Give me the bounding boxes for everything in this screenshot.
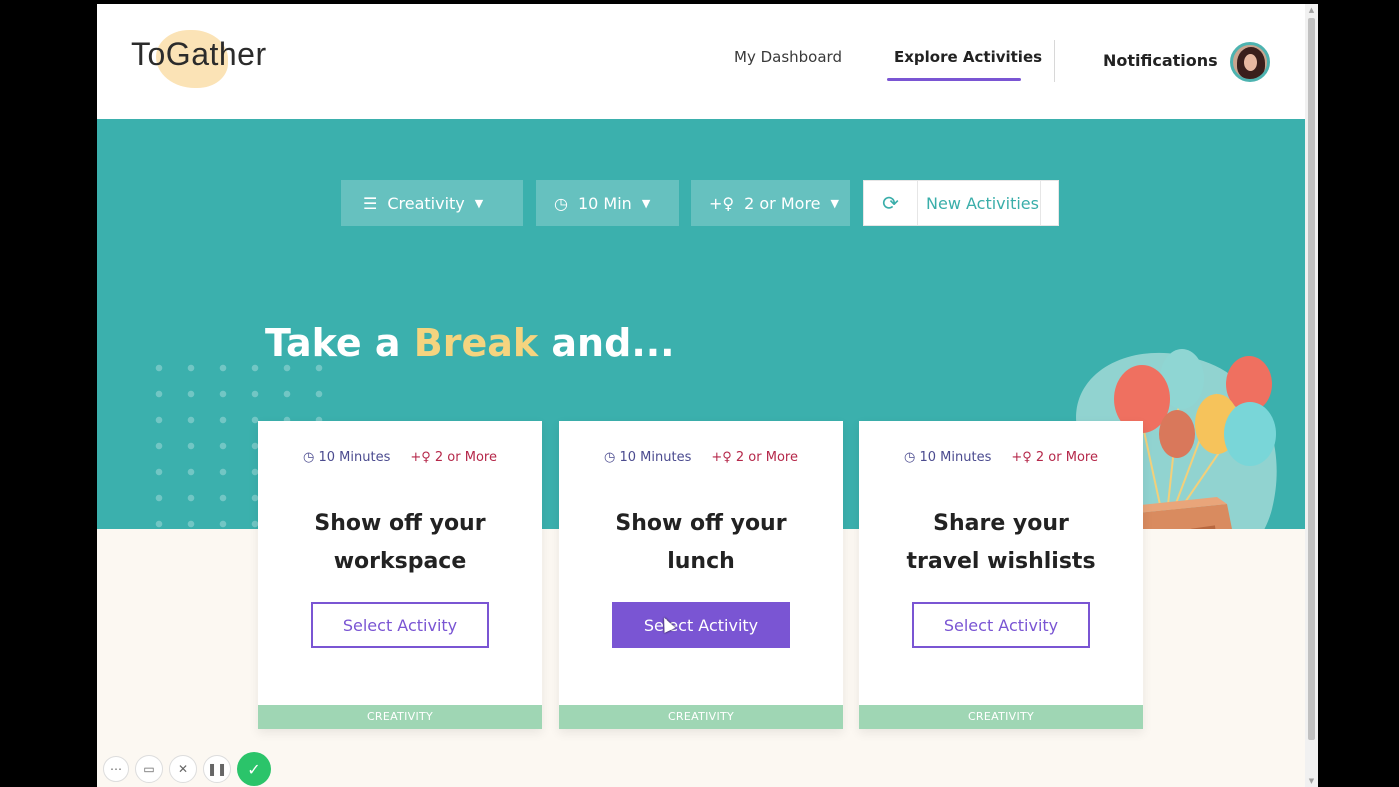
select-activity-button[interactable]: Select Activity bbox=[912, 602, 1090, 648]
clock-icon: ◷ bbox=[554, 193, 568, 213]
card-people-text: 2 or More bbox=[434, 450, 497, 465]
top-header: ToGather My Dashboard Explore Activities… bbox=[97, 4, 1305, 119]
card-title-line: travel wishlists bbox=[906, 549, 1096, 574]
new-activities-button[interactable]: ⟳ New Activities bbox=[863, 180, 1059, 226]
hero-headline: Take a Break and... bbox=[265, 321, 675, 365]
card-title: Share your travel wishlists bbox=[859, 505, 1143, 581]
scroll-down-arrow[interactable]: ▼ bbox=[1305, 775, 1318, 787]
balloon bbox=[1159, 410, 1195, 458]
scrollbar-thumb[interactable] bbox=[1308, 18, 1315, 740]
card-people-text: 2 or More bbox=[1035, 450, 1098, 465]
caret-down-icon: ▼ bbox=[641, 196, 651, 210]
category-filter[interactable]: ☰ Creativity ▼ bbox=[341, 180, 523, 226]
activity-card: ◷ 10 Minutes +♀ 2 or More Show off your … bbox=[258, 421, 542, 729]
card-people: +♀ 2 or More bbox=[410, 450, 497, 465]
vertical-scrollbar[interactable]: ▲ ▼ bbox=[1305, 4, 1318, 787]
nav-my-dashboard[interactable]: My Dashboard bbox=[734, 48, 842, 66]
category-filter-value: Creativity bbox=[387, 193, 465, 213]
add-person-icon: +♀ bbox=[1011, 450, 1036, 465]
headline-suffix: and... bbox=[538, 321, 675, 365]
user-avatar[interactable] bbox=[1230, 42, 1270, 82]
add-person-icon: +♀ bbox=[410, 450, 435, 465]
scroll-up-arrow[interactable]: ▲ bbox=[1305, 4, 1318, 16]
camera-icon[interactable]: ▭ bbox=[135, 755, 163, 783]
card-meta: ◷ 10 Minutes +♀ 2 or More bbox=[559, 450, 843, 465]
card-people: +♀ 2 or More bbox=[711, 450, 798, 465]
duration-filter-value: 10 Min bbox=[577, 193, 632, 213]
filter-lines-icon: ☰ bbox=[363, 193, 378, 213]
card-duration-text: 10 Minutes bbox=[919, 450, 992, 465]
button-edge bbox=[1040, 181, 1048, 225]
card-title-line: lunch bbox=[667, 549, 735, 574]
card-duration-text: 10 Minutes bbox=[619, 450, 692, 465]
nav-notifications[interactable]: Notifications bbox=[1103, 51, 1218, 70]
card-title-line: Show off your bbox=[314, 511, 486, 536]
card-title-line: Share your bbox=[933, 511, 1069, 536]
active-nav-indicator bbox=[887, 78, 1021, 81]
card-duration: ◷ 10 Minutes bbox=[604, 450, 691, 465]
caret-down-icon: ▼ bbox=[830, 196, 839, 210]
card-title-line: workspace bbox=[333, 549, 467, 574]
card-title: Show off your workspace bbox=[258, 505, 542, 581]
card-title-line: Show off your bbox=[615, 511, 787, 536]
duration-filter[interactable]: ◷ 10 Min ▼ bbox=[536, 180, 679, 226]
headline-prefix: Take a bbox=[265, 321, 414, 365]
card-title: Show off your lunch bbox=[559, 505, 843, 581]
checkmark-icon[interactable]: ✓ bbox=[237, 752, 271, 786]
nav-explore-activities[interactable]: Explore Activities bbox=[894, 48, 1042, 66]
activity-card: ◷ 10 Minutes +♀ 2 or More Show off your … bbox=[559, 421, 843, 729]
add-person-icon: +♀ bbox=[709, 193, 735, 213]
people-filter[interactable]: +♀ 2 or More ▼ bbox=[691, 180, 850, 226]
category-tag: CREATIVITY bbox=[859, 705, 1143, 729]
avatar-face bbox=[1244, 54, 1257, 71]
card-meta: ◷ 10 Minutes +♀ 2 or More bbox=[859, 450, 1143, 465]
card-people: +♀ 2 or More bbox=[1011, 450, 1098, 465]
pause-icon[interactable]: ❚❚ bbox=[203, 755, 231, 783]
balloon bbox=[1224, 402, 1276, 466]
app-window: ToGather My Dashboard Explore Activities… bbox=[97, 4, 1305, 787]
add-person-icon: +♀ bbox=[711, 450, 736, 465]
togather-logo[interactable]: ToGather bbox=[131, 30, 267, 88]
logo-text: ToGather bbox=[131, 36, 267, 72]
clock-icon: ◷ bbox=[303, 450, 319, 465]
card-people-text: 2 or More bbox=[735, 450, 798, 465]
select-activity-button[interactable]: Select Activity bbox=[612, 602, 790, 648]
caret-down-icon: ▼ bbox=[474, 196, 484, 210]
clock-icon: ◷ bbox=[604, 450, 620, 465]
select-activity-button[interactable]: Select Activity bbox=[311, 602, 489, 648]
recording-controls: ⋯ ▭ ✕ ❚❚ ✓ bbox=[103, 752, 271, 786]
card-meta: ◷ 10 Minutes +♀ 2 or More bbox=[258, 450, 542, 465]
refresh-icon: ⟳ bbox=[864, 181, 918, 225]
more-options-icon[interactable]: ⋯ bbox=[103, 756, 129, 782]
category-tag: CREATIVITY bbox=[258, 705, 542, 729]
activity-card: ◷ 10 Minutes +♀ 2 or More Share your tra… bbox=[859, 421, 1143, 729]
clock-icon: ◷ bbox=[904, 450, 920, 465]
people-filter-value: 2 or More bbox=[744, 193, 821, 213]
new-activities-label: New Activities bbox=[926, 193, 1039, 213]
card-duration-text: 10 Minutes bbox=[318, 450, 391, 465]
close-icon[interactable]: ✕ bbox=[169, 755, 197, 783]
card-duration: ◷ 10 Minutes bbox=[904, 450, 991, 465]
headline-highlight: Break bbox=[413, 321, 539, 365]
category-tag: CREATIVITY bbox=[559, 705, 843, 729]
card-duration: ◷ 10 Minutes bbox=[303, 450, 390, 465]
nav-divider bbox=[1054, 40, 1055, 82]
